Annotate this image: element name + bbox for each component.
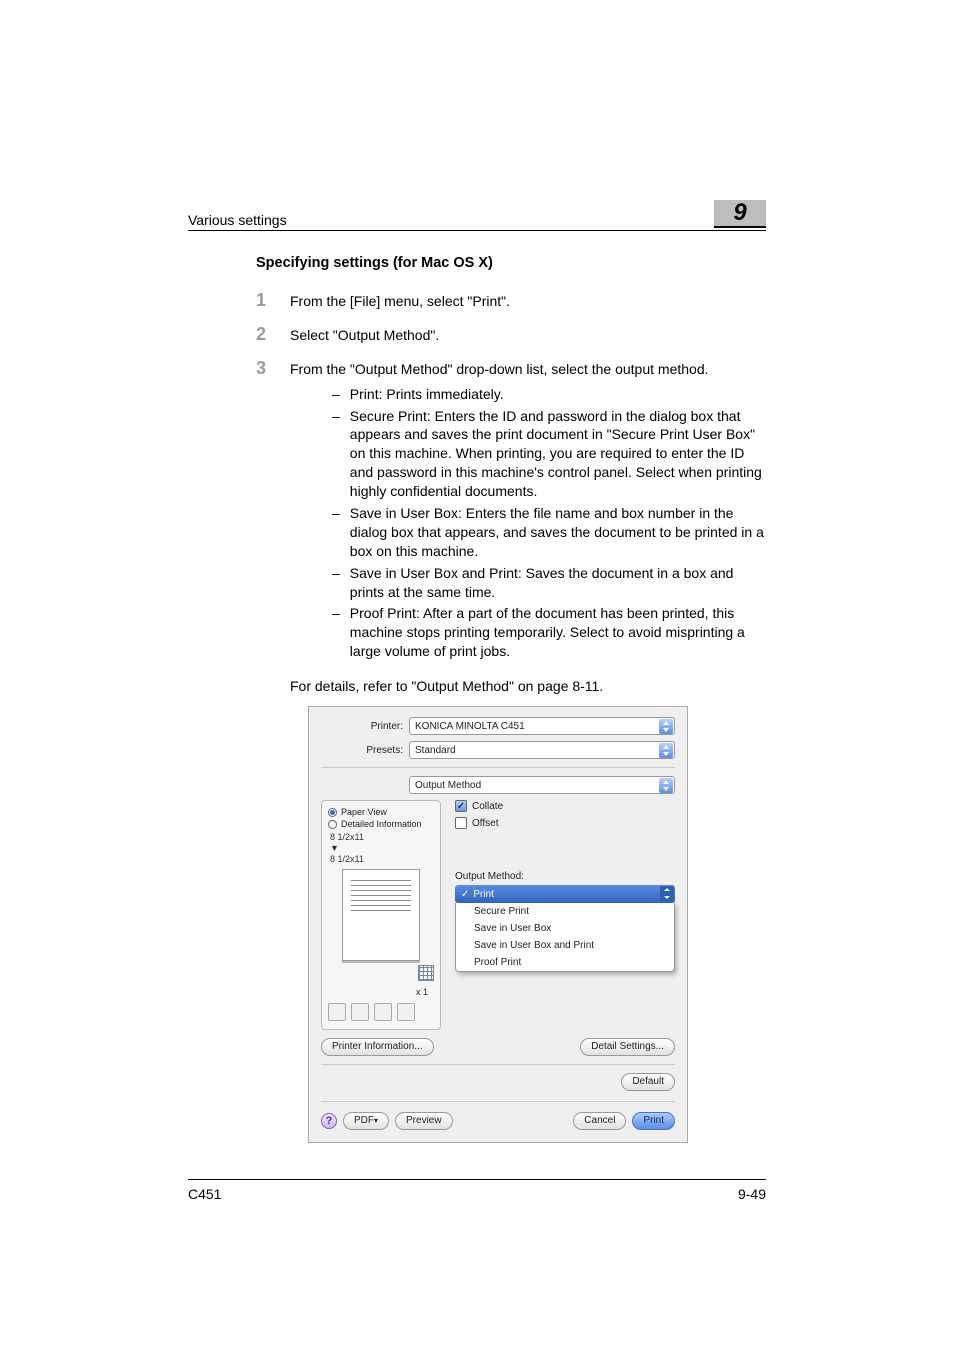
step-number: 3 (256, 359, 272, 377)
paper-preview-pane: Paper View Detailed Information 8 1/2x11… (321, 800, 441, 1029)
sublist-item: Secure Print: Enters the ID and password… (332, 407, 766, 501)
checkmark-icon: ✓ (461, 889, 469, 900)
output-method-select[interactable]: ✓ Print Secure Print Save in User Box Sa… (455, 885, 675, 972)
step-2: 2 Select "Output Method". (256, 325, 766, 345)
step-3: 3 From the "Output Method" drop-down lis… (256, 359, 766, 664)
select-arrows-icon (659, 778, 673, 793)
select-arrows-icon (659, 719, 673, 734)
pane-select[interactable]: Output Method (409, 776, 675, 794)
step-text: Select "Output Method". (290, 326, 766, 345)
print-button[interactable]: Print (632, 1112, 675, 1130)
presets-select[interactable]: Standard (409, 741, 675, 759)
paper-dims: 8 1/2x11▼8 1/2x11 (330, 832, 434, 864)
sublist-item: Save in User Box and Print: Saves the do… (332, 564, 766, 602)
cancel-button[interactable]: Cancel (573, 1112, 626, 1130)
pdf-button[interactable]: PDF (343, 1112, 389, 1130)
detail-settings-button[interactable]: Detail Settings... (580, 1038, 675, 1056)
select-arrows-icon (660, 886, 674, 901)
icon (374, 1003, 392, 1021)
checkbox-icon (455, 817, 467, 829)
output-method-menu[interactable]: Secure Print Save in User Box Save in Us… (455, 903, 675, 972)
icon (351, 1003, 369, 1021)
sublist-item: Print: Prints immediately. (332, 385, 766, 404)
preview-tool-icons (328, 1003, 434, 1021)
output-method-sublist: Print: Prints immediately. Secure Print:… (332, 385, 766, 661)
print-dialog: Printer: KONICA MINOLTA C451 Presets: St… (308, 706, 688, 1142)
select-arrows-icon (659, 743, 673, 758)
grid-icon (418, 965, 434, 981)
step-number: 2 (256, 325, 272, 343)
page-header: Various settings 9 (188, 200, 766, 231)
step-list: 1 From the [File] menu, select "Print". … (256, 291, 766, 664)
presets-label: Presets: (321, 745, 403, 756)
preview-button[interactable]: Preview (395, 1112, 453, 1130)
page-thumbnail (342, 869, 420, 961)
icon (328, 1003, 346, 1021)
sublist-item: Save in User Box: Enters the file name a… (332, 504, 766, 561)
printer-label: Printer: (321, 721, 403, 732)
step-1: 1 From the [File] menu, select "Print". (256, 291, 766, 311)
menu-item[interactable]: Save in User Box and Print (456, 937, 674, 954)
printer-information-button[interactable]: Printer Information... (321, 1038, 434, 1056)
icon (397, 1003, 415, 1021)
output-method-label: Output Method: (455, 871, 675, 882)
footer-page-number: 9-49 (738, 1186, 766, 1202)
sublist-item: Proof Print: After a part of the documen… (332, 604, 766, 661)
radio-icon (328, 820, 337, 829)
offset-checkbox[interactable]: Offset (455, 817, 675, 829)
subheading: Specifying settings (for Mac OS X) (256, 255, 766, 271)
running-title: Various settings (188, 212, 287, 228)
details-crossref: For details, refer to "Output Method" on… (290, 678, 766, 694)
footer-model: C451 (188, 1186, 221, 1202)
step-text: From the "Output Method" drop-down list,… (290, 360, 766, 664)
chapter-number-badge: 9 (714, 200, 766, 228)
collate-checkbox[interactable]: Collate (455, 800, 675, 812)
paper-view-radio[interactable]: Paper View (328, 807, 434, 817)
step-number: 1 (256, 291, 272, 309)
help-icon[interactable]: ? (321, 1113, 337, 1129)
page-footer: C451 9-49 (188, 1179, 766, 1202)
menu-item[interactable]: Secure Print (456, 903, 674, 920)
copy-count: x 1 (328, 987, 428, 997)
checkbox-icon (455, 800, 467, 812)
radio-icon (328, 808, 337, 817)
default-button[interactable]: Default (621, 1073, 675, 1091)
printer-select[interactable]: KONICA MINOLTA C451 (409, 717, 675, 735)
menu-item[interactable]: Save in User Box (456, 920, 674, 937)
menu-item[interactable]: Proof Print (456, 954, 674, 971)
detailed-info-radio[interactable]: Detailed Information (328, 819, 434, 829)
step-text: From the [File] menu, select "Print". (290, 292, 766, 311)
